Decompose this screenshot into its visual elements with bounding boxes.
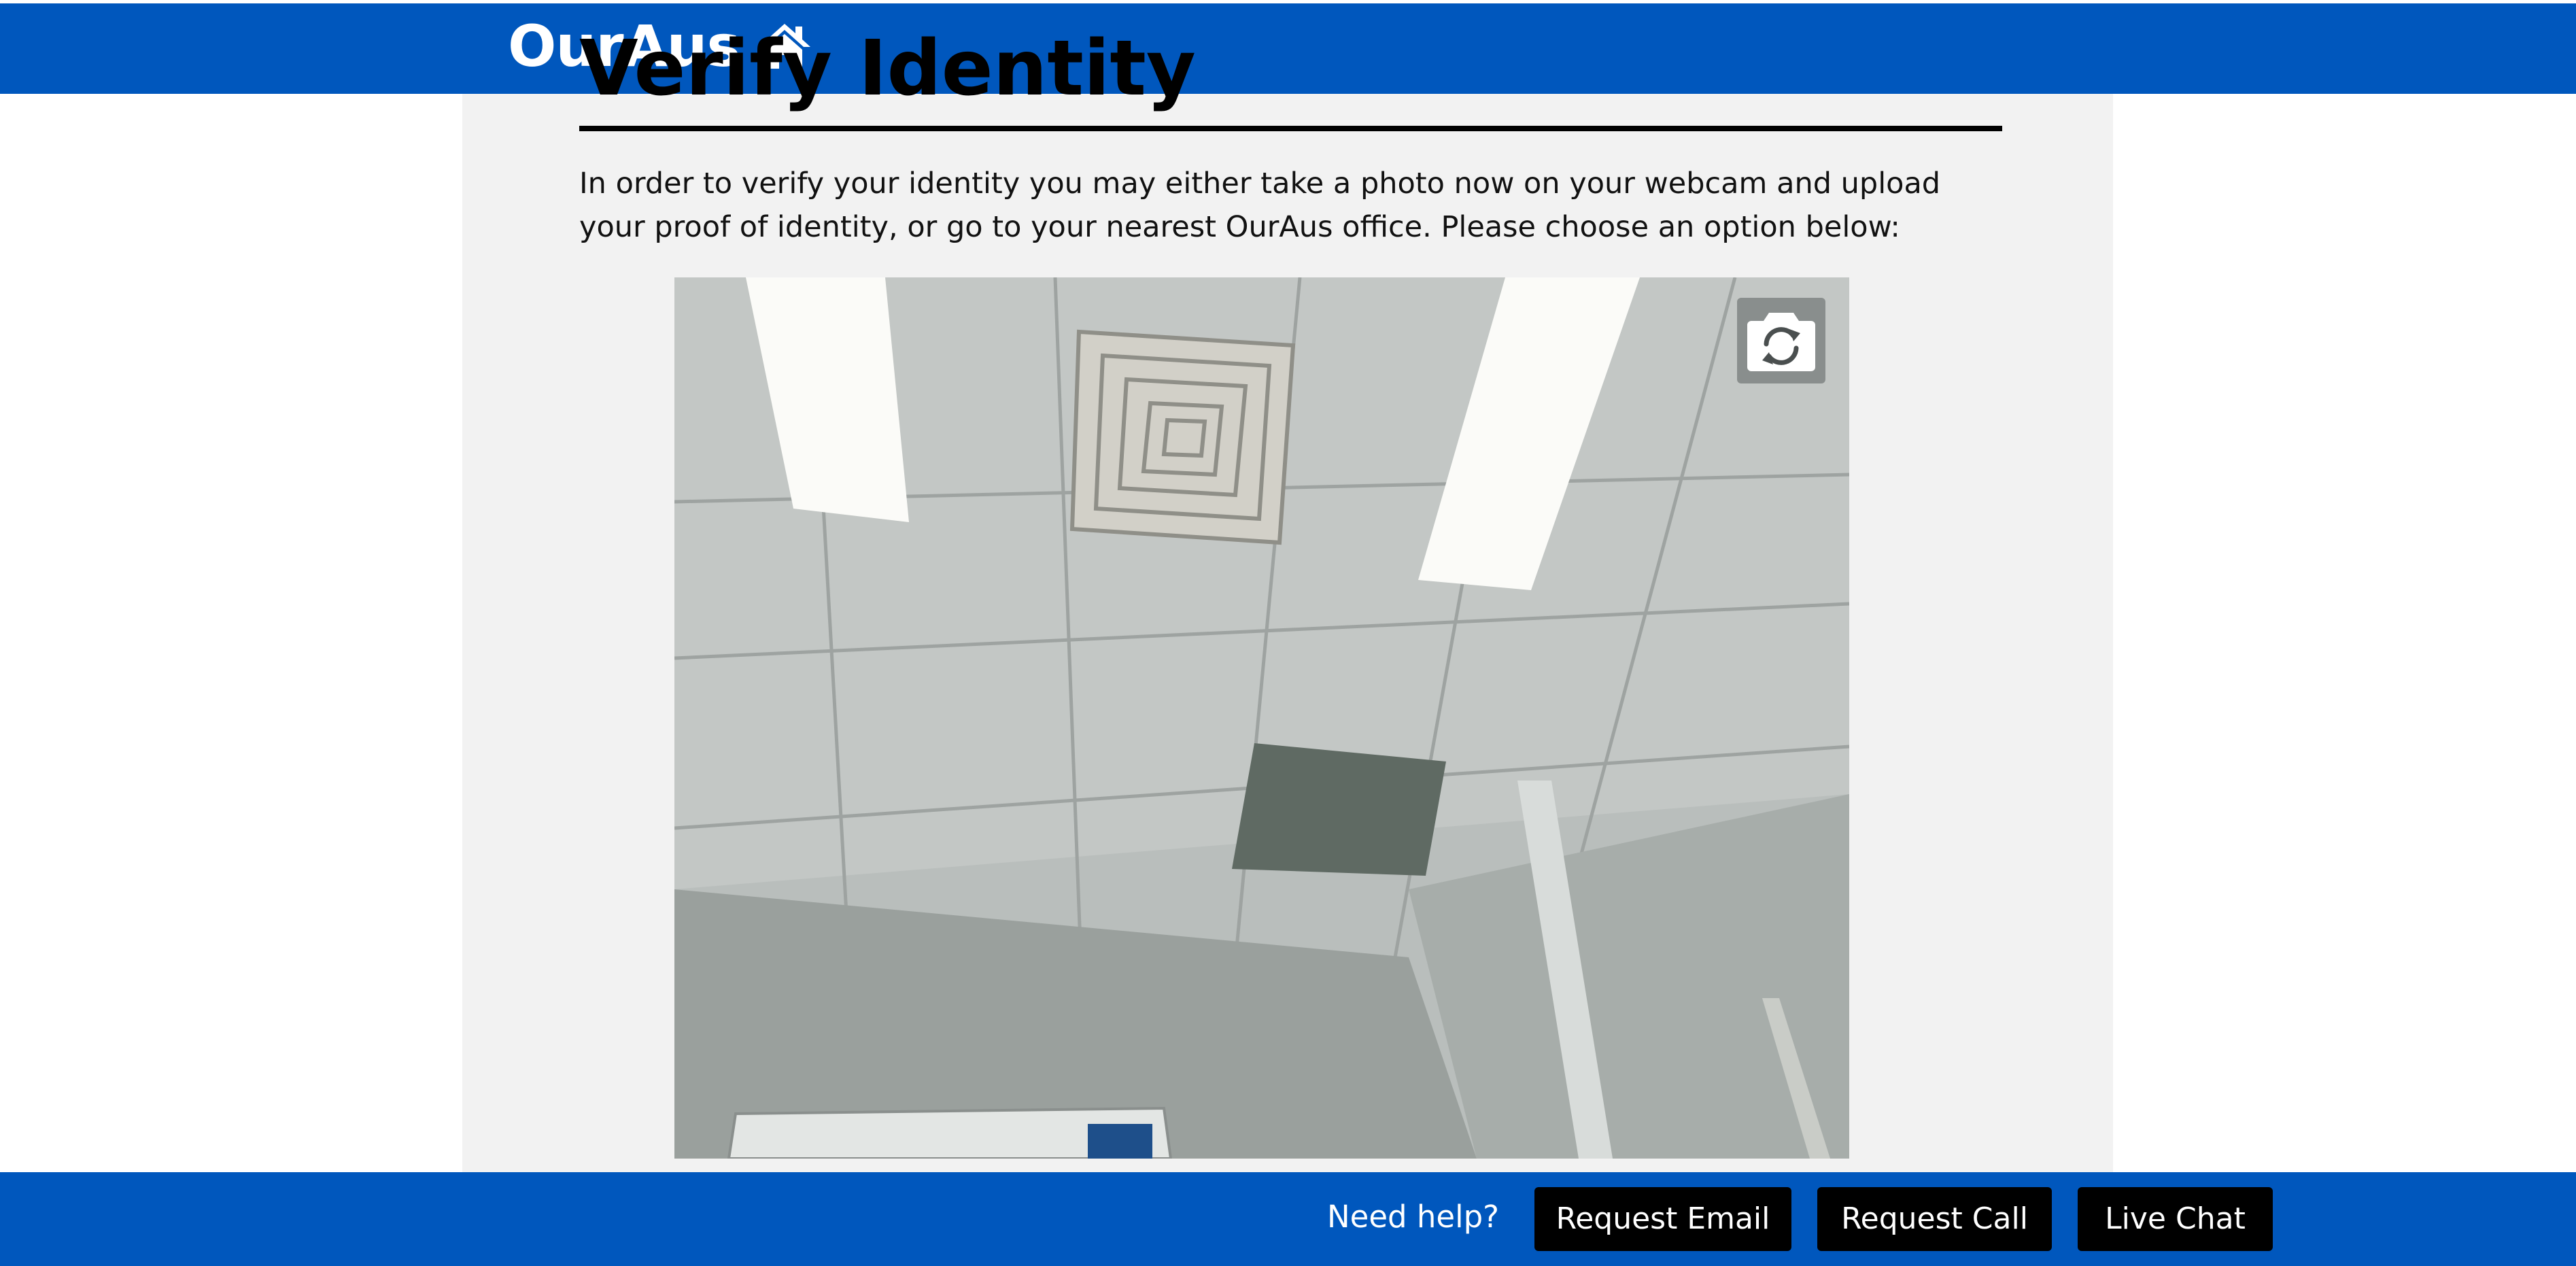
webcam-feed-image [674,277,1849,1159]
title-divider [579,126,2002,131]
webcam-preview[interactable] [674,277,1849,1159]
site-header [0,3,2576,94]
intro-text: In order to verify your identity you may… [579,167,1941,244]
page: Verify Identity In order to verify your … [0,0,2576,1266]
switch-camera-button[interactable] [1737,298,1825,383]
page-title: Verify Identity [579,24,1196,113]
live-chat-button[interactable]: Live Chat [2078,1187,2273,1251]
request-email-button[interactable]: Request Email [1534,1187,1791,1251]
request-call-button[interactable]: Request Call [1817,1187,2052,1251]
camera-switch-icon [1747,313,1815,371]
need-help-label: Need help? [1327,1199,1500,1235]
